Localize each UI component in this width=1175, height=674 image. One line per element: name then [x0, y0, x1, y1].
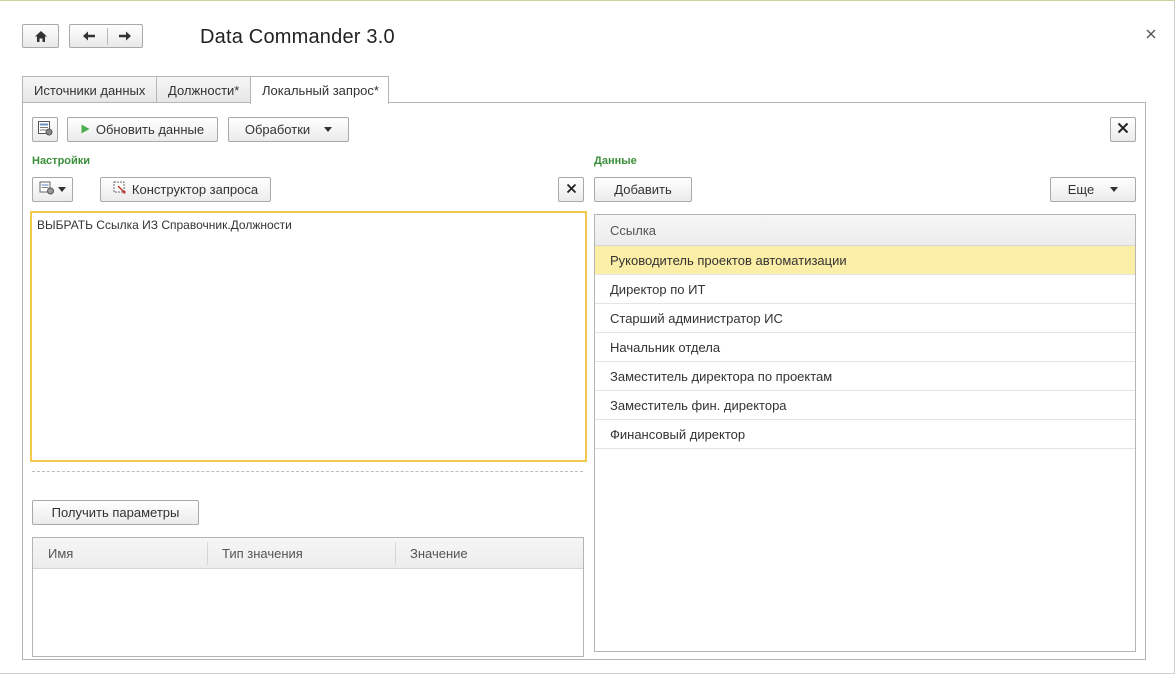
table-row[interactable]: Старший администратор ИС	[595, 304, 1135, 333]
tab-positions[interactable]: Должности*	[156, 76, 251, 103]
table-row[interactable]: Директор по ИТ	[595, 275, 1135, 304]
chevron-down-icon	[58, 187, 66, 192]
table-row[interactable]: Начальник отдела	[595, 333, 1135, 362]
close-form-button[interactable]	[1110, 117, 1136, 142]
get-parameters-button[interactable]: Получить параметры	[32, 500, 199, 525]
window-close-button[interactable]	[1143, 26, 1159, 42]
splitter[interactable]	[32, 471, 583, 472]
query-text-editor[interactable]: ВЫБРАТЬ Ссылка ИЗ Справочник.Должности	[30, 211, 587, 462]
play-icon	[81, 122, 90, 137]
column-header-value-type[interactable]: Тип значения	[207, 538, 395, 569]
chevron-down-icon	[324, 127, 333, 132]
parameters-table[interactable]: Имя Тип значения Значение	[32, 537, 584, 657]
close-icon	[1117, 122, 1129, 137]
tab-label: Должности*	[168, 82, 240, 98]
tab-data-sources[interactable]: Источники данных	[22, 76, 157, 103]
parameters-table-header: Имя Тип значения Значение	[33, 538, 583, 569]
query-options-menu-button[interactable]	[32, 177, 73, 202]
query-options-icon	[39, 181, 55, 198]
cell-reference: Директор по ИТ	[610, 281, 706, 297]
column-header-label: Значение	[410, 546, 468, 561]
get-parameters-label: Получить параметры	[51, 505, 180, 520]
column-header-reference[interactable]: Ссылка	[595, 215, 1135, 246]
arrow-left-icon	[82, 30, 96, 42]
table-row[interactable]: Заместитель фин. директора	[595, 391, 1135, 420]
forward-button[interactable]	[107, 25, 143, 47]
more-label: Еще	[1067, 182, 1095, 197]
cell-reference: Финансовый директор	[610, 426, 746, 442]
data-section-title: Данные	[594, 155, 637, 167]
back-button[interactable]	[70, 25, 107, 47]
clear-query-button[interactable]	[558, 177, 584, 202]
settings-section-title: Настройки	[32, 155, 91, 167]
table-row[interactable]: Руководитель проектов автоматизации	[595, 246, 1135, 275]
tab-local-query[interactable]: Локальный запрос*	[250, 76, 389, 104]
cell-reference: Заместитель директора по проектам	[610, 368, 833, 384]
close-icon	[1146, 26, 1156, 42]
window-title: Data Commander 3.0	[200, 26, 395, 48]
column-header-label: Тип значения	[222, 546, 303, 561]
cell-reference: Руководитель проектов автоматизации	[610, 252, 847, 268]
home-button[interactable]	[22, 24, 59, 48]
add-label: Добавить	[614, 182, 672, 197]
query-text: ВЫБРАТЬ Ссылка ИЗ Справочник.Должности	[37, 218, 292, 232]
add-button[interactable]: Добавить	[594, 177, 692, 202]
processing-label: Обработки	[244, 122, 311, 137]
cell-reference: Заместитель фин. директора	[610, 397, 787, 413]
processing-menu-button[interactable]: Обработки	[228, 117, 349, 142]
history-nav-group	[69, 24, 143, 48]
column-header-label: Ссылка	[610, 223, 657, 238]
cell-reference: Начальник отдела	[610, 339, 721, 355]
form-settings-icon	[37, 120, 53, 139]
chevron-down-icon	[1110, 187, 1119, 192]
tab-label: Источники данных	[34, 82, 146, 98]
arrow-right-icon	[118, 30, 132, 42]
tab-label: Локальный запрос*	[262, 83, 379, 98]
refresh-data-label: Обновить данные	[95, 122, 205, 137]
table-row[interactable]: Заместитель директора по проектам	[595, 362, 1135, 391]
table-row[interactable]: Финансовый директор	[595, 420, 1135, 449]
home-icon	[34, 30, 48, 43]
column-header-value[interactable]: Значение	[395, 538, 583, 569]
column-header-name[interactable]: Имя	[33, 538, 207, 569]
query-constructor-label: Конструктор запроса	[131, 182, 259, 197]
query-constructor-button[interactable]: Конструктор запроса	[100, 177, 271, 202]
refresh-data-button[interactable]: Обновить данные	[67, 117, 218, 142]
data-table-header: Ссылка	[595, 215, 1135, 246]
column-header-label: Имя	[48, 546, 74, 561]
query-constructor-icon	[113, 181, 127, 198]
close-icon	[566, 182, 577, 197]
form-settings-button[interactable]	[32, 117, 58, 142]
more-menu-button[interactable]: Еще	[1050, 177, 1136, 202]
data-commander-window: Data Commander 3.0 Источники данных Долж…	[0, 0, 1175, 674]
data-table[interactable]: Ссылка Руководитель проектов автоматизац…	[594, 214, 1136, 652]
cell-reference: Старший администратор ИС	[610, 310, 783, 326]
